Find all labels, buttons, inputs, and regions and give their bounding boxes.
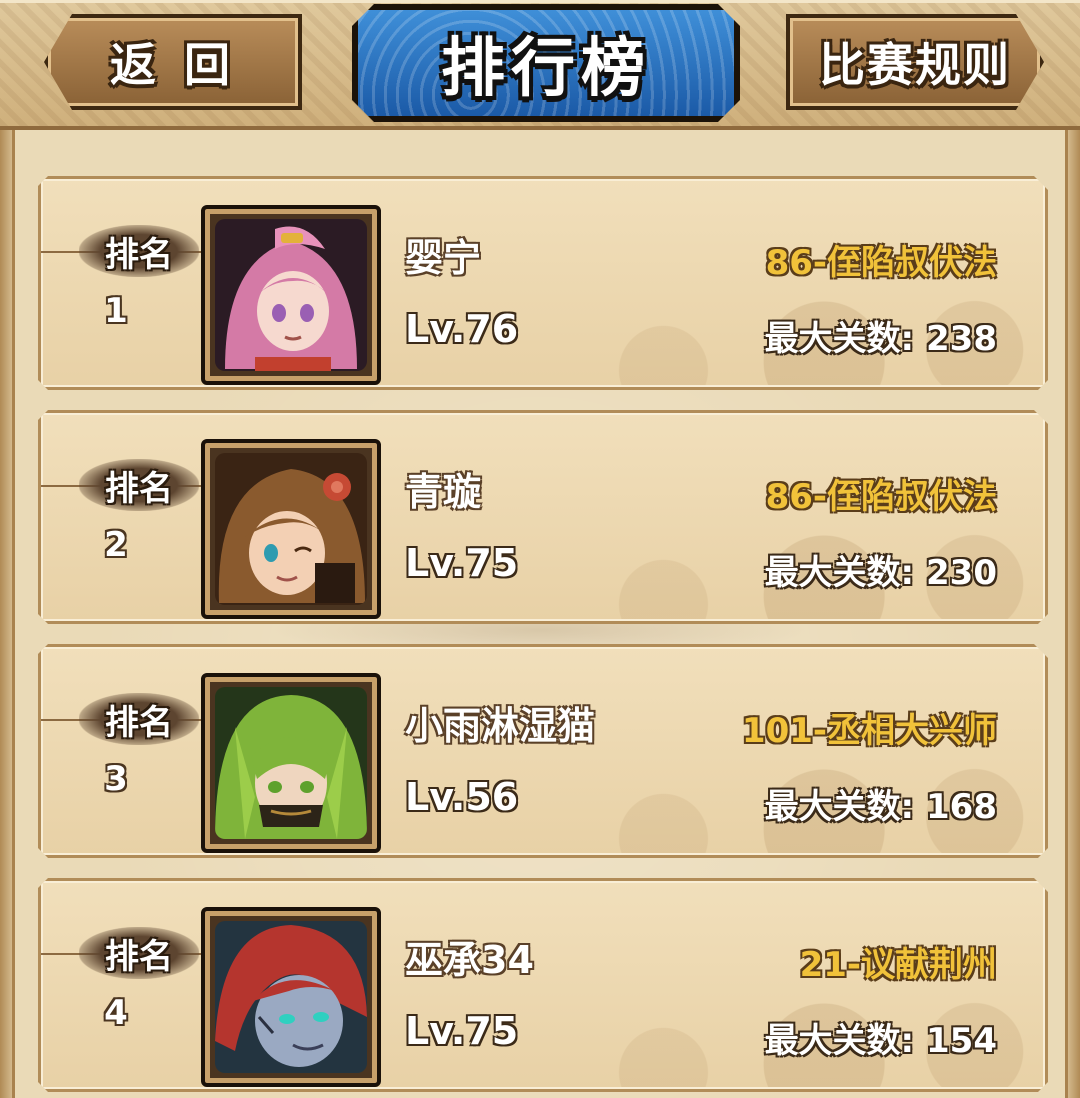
- max-stage-value: 154: [926, 1021, 997, 1061]
- red-hair-hero-portrait-icon: [215, 921, 367, 1073]
- player-name: 小雨淋湿猫: [405, 704, 596, 748]
- player-level: Lv.56: [405, 775, 519, 819]
- brown-hair-heroine-portrait-icon: [215, 453, 367, 605]
- rank-number: 2: [104, 525, 128, 565]
- green-hair-hero-portrait-icon: [215, 687, 367, 839]
- rank-badge: 排名: [79, 225, 199, 277]
- ranking-row[interactable]: 排名 3 小雨淋湿猫 Lv.56 101-丞相大兴师 最大关数: 168: [38, 644, 1048, 858]
- max-stage-label: 最大关数:: [764, 1021, 915, 1061]
- avatar[interactable]: [201, 205, 381, 385]
- max-stage-label: 最大关数:: [764, 787, 915, 827]
- stage-label: 86-侄陷叔伏法: [765, 243, 997, 283]
- pink-hair-heroine-portrait-icon: [215, 219, 367, 371]
- avatar[interactable]: [201, 907, 381, 1087]
- rank-number: 1: [104, 291, 128, 331]
- max-stage: 最大关数: 154: [765, 1013, 997, 1062]
- max-stage-value: 168: [926, 787, 997, 827]
- ranking-row[interactable]: 排名 2 青璇 Lv.75 86-侄陷叔伏法 最大关数: 230: [38, 410, 1048, 624]
- stage-label: 101-丞相大兴师: [741, 711, 997, 751]
- ranking-row[interactable]: 排名 4 巫承34 Lv.75 21-议献荆州 最大关数: 154: [38, 878, 1048, 1092]
- rank-number: 3: [104, 759, 128, 799]
- ranking-list: 排名 1 婴宁 Lv.76 86-侄陷叔伏法 最大关数: 238 排名 2 青璇…: [0, 0, 1080, 1098]
- rank-number: 4: [104, 993, 128, 1033]
- player-name: 青璇: [405, 470, 482, 514]
- player-level: Lv.75: [405, 541, 519, 585]
- max-stage-value: 238: [926, 319, 997, 359]
- player-name: 巫承34: [405, 938, 534, 982]
- ranking-row[interactable]: 排名 1 婴宁 Lv.76 86-侄陷叔伏法 最大关数: 238: [38, 176, 1048, 390]
- max-stage-label: 最大关数:: [764, 553, 915, 593]
- avatar[interactable]: [201, 439, 381, 619]
- player-name: 婴宁: [405, 236, 482, 280]
- avatar[interactable]: [201, 673, 381, 853]
- rank-badge: 排名: [79, 459, 199, 511]
- stage-label: 21-议献荆州: [799, 945, 997, 985]
- rank-badge: 排名: [79, 693, 199, 745]
- max-stage: 最大关数: 230: [765, 545, 997, 594]
- max-stage-value: 230: [926, 553, 997, 593]
- max-stage-label: 最大关数:: [764, 319, 915, 359]
- max-stage: 最大关数: 168: [765, 779, 997, 828]
- stage-label: 86-侄陷叔伏法: [765, 477, 997, 517]
- player-level: Lv.75: [405, 1009, 519, 1053]
- max-stage: 最大关数: 238: [765, 311, 997, 360]
- rank-badge: 排名: [79, 927, 199, 979]
- player-level: Lv.76: [405, 307, 519, 351]
